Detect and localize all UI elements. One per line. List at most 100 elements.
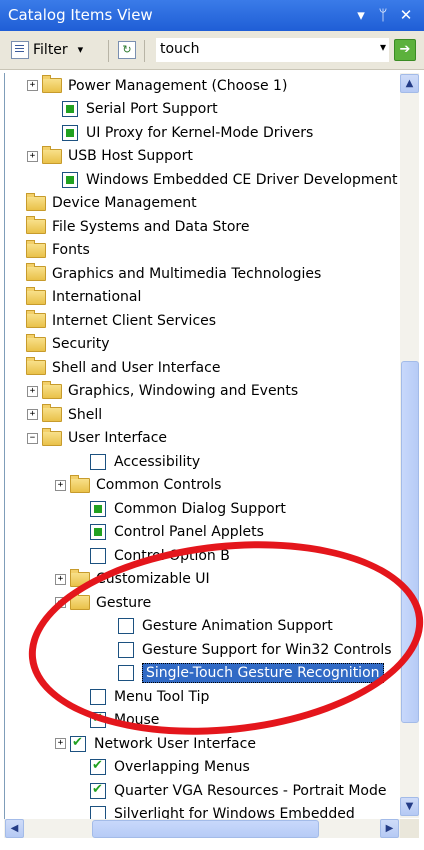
tree-item[interactable]: Control Option B: [75, 544, 230, 567]
window-title: Catalog Items View: [8, 6, 153, 24]
toolbar-separator: [108, 40, 109, 62]
tree-item-label: USB Host Support: [68, 148, 193, 164]
tree-item[interactable]: Internet Client Services: [11, 309, 216, 332]
tree-item-label: Shell and User Interface: [52, 359, 221, 376]
search-box[interactable]: ▾: [155, 37, 390, 63]
tree-item-label: Gesture: [96, 594, 152, 611]
tree-item[interactable]: + Graphics, Windowing and Events: [27, 380, 298, 403]
tree-item[interactable]: − User Interface: [27, 427, 167, 450]
go-button[interactable]: ➔: [394, 39, 416, 61]
search-dropdown-icon[interactable]: ▾: [380, 40, 386, 54]
folder-icon: [70, 592, 90, 610]
toolbar: Filter ▾ ↻ ▾ ➔: [0, 31, 424, 70]
folder-icon: [26, 333, 46, 352]
tree-item[interactable]: Mouse: [75, 709, 159, 732]
tree-item[interactable]: UI Proxy for Kernel-Mode Drivers: [47, 121, 313, 144]
tree-item-label: Serial Port Support: [86, 101, 218, 117]
expand-icon[interactable]: +: [55, 479, 66, 491]
horizontal-scroll-thumb[interactable]: [92, 820, 319, 838]
checkbox[interactable]: [90, 782, 106, 799]
folder-icon: [70, 568, 90, 587]
refresh-icon[interactable]: ↻: [118, 41, 136, 59]
scroll-down-button[interactable]: ▼: [400, 797, 419, 816]
checkbox[interactable]: [70, 735, 86, 752]
checkbox[interactable]: [90, 688, 106, 705]
tree-item-label: Accessibility: [114, 453, 201, 470]
checkbox[interactable]: [90, 758, 106, 775]
checkbox[interactable]: [90, 524, 106, 540]
tree-item-label: Power Management (Choose 1): [68, 77, 288, 94]
tree-item[interactable]: + Common Controls: [55, 474, 221, 497]
filter-icon: [11, 40, 29, 59]
tree-item[interactable]: Single-Touch Gesture Recognition: [103, 662, 384, 685]
tree-item[interactable]: Fonts: [11, 239, 90, 262]
tree-item-label: Control Option B: [114, 547, 230, 564]
tree-item[interactable]: + Power Management (Choose 1): [27, 74, 287, 97]
tree-item-label: Quarter VGA Resources - Portrait Mode: [114, 782, 387, 799]
tree-item-label: Graphics and Multimedia Technologies: [52, 265, 322, 282]
tree-item[interactable]: + Customizable UI: [55, 568, 210, 591]
tree-item[interactable]: Menu Tool Tip: [75, 685, 209, 708]
checkbox[interactable]: [118, 665, 134, 681]
search-input[interactable]: [156, 38, 364, 60]
tree-item[interactable]: Graphics and Multimedia Technologies: [11, 262, 321, 285]
tree-item[interactable]: Gesture Support for Win32 Controls: [103, 638, 392, 661]
tree-item[interactable]: Silverlight for Windows Embedded: [75, 803, 355, 819]
expand-icon[interactable]: +: [55, 738, 66, 749]
tree-item[interactable]: Shell and User Interface: [11, 356, 220, 379]
scroll-left-button[interactable]: ◀: [5, 819, 24, 838]
tree-item[interactable]: Common Dialog Support: [75, 497, 286, 520]
expand-icon[interactable]: +: [27, 385, 38, 397]
tree-item-label: Device Management: [52, 195, 197, 211]
vertical-scroll-thumb[interactable]: [401, 361, 419, 723]
scroll-up-button[interactable]: ▲: [400, 74, 419, 93]
filter-button[interactable]: Filter ▾: [11, 38, 83, 61]
checkbox[interactable]: [90, 711, 106, 728]
tree-item[interactable]: File Systems and Data Store: [11, 215, 250, 238]
checkbox[interactable]: [118, 641, 134, 658]
horizontal-scrollbar[interactable]: ◀ ▶: [4, 819, 400, 838]
expand-icon[interactable]: +: [27, 409, 38, 420]
pin-icon[interactable]: ᛘ: [374, 5, 392, 25]
expand-icon[interactable]: +: [27, 150, 38, 162]
tree-item[interactable]: Device Management: [11, 192, 197, 215]
tree-item-label: Network User Interface: [94, 735, 256, 752]
checkbox[interactable]: [90, 453, 106, 470]
expand-icon[interactable]: +: [27, 80, 38, 91]
close-icon[interactable]: ✕: [397, 5, 415, 25]
scroll-right-button[interactable]: ▶: [380, 819, 399, 838]
tree-item[interactable]: Serial Port Support: [47, 98, 218, 121]
tree-item[interactable]: International: [11, 286, 141, 309]
catalog-tree[interactable]: + Power Management (Choose 1) Serial Port …: [4, 73, 401, 819]
folder-icon: [26, 216, 46, 234]
tree-item[interactable]: + USB Host Support: [27, 145, 193, 168]
tree-item[interactable]: + Network User Interface: [55, 732, 256, 755]
checkbox[interactable]: [90, 500, 106, 517]
expand-icon[interactable]: +: [55, 573, 66, 585]
tree-item[interactable]: Security: [11, 333, 110, 356]
tree-item-label: Shell: [68, 406, 103, 423]
folder-icon: [42, 380, 62, 399]
tree-item-label: User Interface: [68, 430, 168, 446]
tree-item[interactable]: + Shell: [27, 403, 102, 426]
collapse-icon[interactable]: −: [27, 432, 38, 444]
checkbox[interactable]: [62, 101, 78, 117]
checkbox[interactable]: [62, 171, 78, 188]
window-menu-icon[interactable]: ▾: [352, 5, 370, 25]
vertical-scrollbar[interactable]: ▲ ▼: [400, 73, 419, 818]
tree-item-label: Security: [52, 336, 110, 352]
checkbox[interactable]: [90, 806, 106, 819]
collapse-icon[interactable]: −: [55, 597, 66, 608]
tree-item[interactable]: − Gesture: [55, 591, 151, 614]
tree-item[interactable]: Quarter VGA Resources - Portrait Mode: [75, 779, 387, 802]
checkbox[interactable]: [118, 618, 134, 634]
filter-label: Filter: [33, 41, 68, 58]
checkbox[interactable]: [90, 547, 106, 564]
checkbox[interactable]: [62, 124, 78, 141]
tree-item[interactable]: Accessibility: [75, 450, 200, 473]
tree-item[interactable]: Control Panel Applets: [75, 521, 264, 544]
tree-item[interactable]: Gesture Animation Support: [103, 615, 333, 638]
tree-item-label: Common Dialog Support: [114, 500, 286, 517]
tree-item[interactable]: Overlapping Menus: [75, 756, 250, 779]
tree-item[interactable]: Windows Embedded CE Driver Development K…: [47, 168, 401, 191]
